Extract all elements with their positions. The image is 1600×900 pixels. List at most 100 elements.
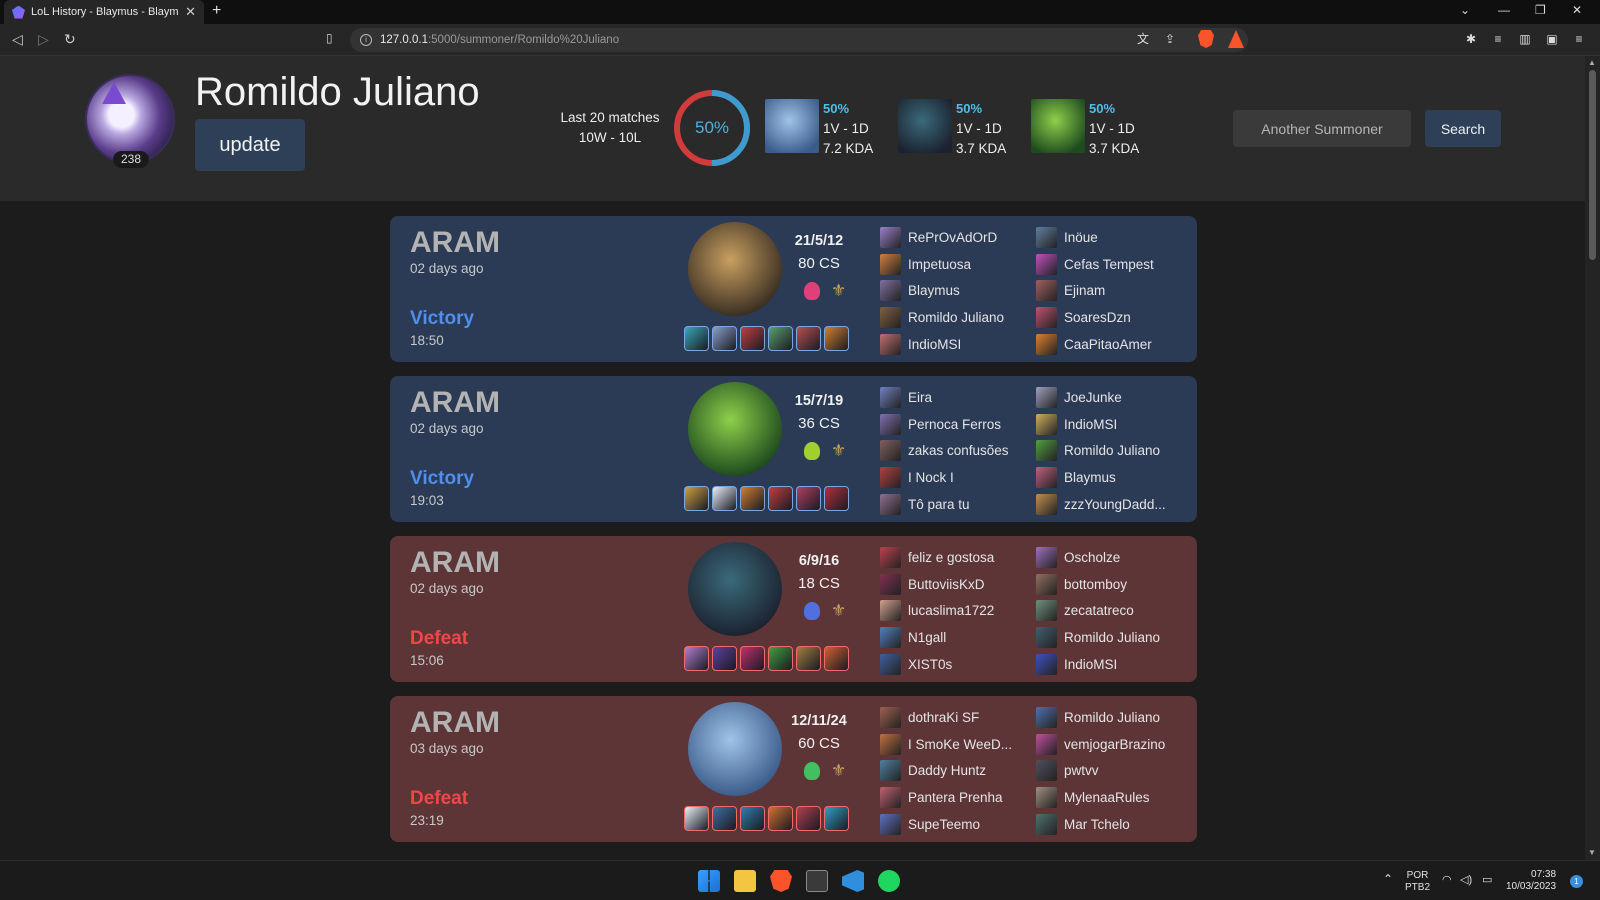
close-window-icon[interactable]: ✕ (1572, 3, 1582, 17)
player-row[interactable]: SoaresDzn (1036, 304, 1154, 331)
player-name[interactable]: Blaymus (908, 283, 960, 298)
player-row[interactable]: lucaslima1722 (880, 597, 994, 624)
player-row[interactable]: Inöue (1036, 224, 1154, 251)
file-explorer-icon[interactable] (734, 870, 756, 892)
player-name[interactable]: CaaPitaoAmer (1064, 337, 1152, 352)
vscode-icon[interactable] (842, 870, 864, 892)
player-row[interactable]: vemjogarBrazino (1036, 731, 1165, 758)
restore-icon[interactable]: ❐ (1535, 3, 1546, 17)
player-row[interactable]: N1gall (880, 624, 994, 651)
player-name[interactable]: SoaresDzn (1064, 310, 1131, 325)
player-row[interactable]: dothraKi SF (880, 704, 1012, 731)
summoner-search-input[interactable] (1233, 110, 1411, 147)
player-name[interactable]: Romildo Juliano (908, 310, 1004, 325)
player-row[interactable]: I SmoKe WeeD... (880, 731, 1012, 758)
player-name[interactable]: dothraKi SF (908, 710, 979, 725)
player-name[interactable]: Pantera Prenha (908, 790, 1003, 805)
player-row[interactable]: zzzYoungDadd... (1036, 491, 1166, 518)
player-row[interactable]: I Nock I (880, 464, 1009, 491)
player-name[interactable]: Cefas Tempest (1064, 257, 1154, 272)
player-name[interactable]: lucaslima1722 (908, 603, 994, 618)
player-row[interactable]: Pernoca Ferros (880, 411, 1009, 438)
player-name[interactable]: feliz e gostosa (908, 550, 994, 565)
player-row[interactable]: zakas confusões (880, 437, 1009, 464)
browser-tab[interactable]: LoL History - Blaymus - Blaymus ✕ (4, 0, 204, 24)
player-name[interactable]: Mar Tchelo (1064, 817, 1130, 832)
match-card[interactable]: ARAM 02 days ago Victory 18:50 21/5/12 80 CS ⚜… (390, 216, 1197, 362)
player-row[interactable]: JoeJunke (1036, 384, 1166, 411)
player-row[interactable]: pwtvv (1036, 757, 1165, 784)
player-row[interactable]: feliz e gostosa (880, 544, 994, 571)
player-name[interactable]: I SmoKe WeeD... (908, 737, 1012, 752)
player-name[interactable]: IndioMSI (1064, 417, 1117, 432)
player-name[interactable]: Romildo Juliano (1064, 710, 1160, 725)
player-row[interactable]: IndioMSI (1036, 651, 1160, 678)
scroll-up-icon[interactable]: ▲ (1588, 58, 1596, 67)
brave-browser-icon[interactable] (770, 870, 792, 892)
player-row[interactable]: Blaymus (1036, 464, 1166, 491)
player-name[interactable]: Eira (908, 390, 932, 405)
tray-overflow-icon[interactable]: ⌃ (1383, 873, 1393, 885)
wifi-icon[interactable]: ◠ (1442, 874, 1452, 886)
player-name[interactable]: Ejinam (1064, 283, 1105, 298)
player-row[interactable]: IndioMSI (1036, 411, 1166, 438)
player-name[interactable]: Daddy Huntz (908, 763, 986, 778)
match-card[interactable]: ARAM 02 days ago Defeat 15:06 6/9/16 18 CS ⚜ fe… (390, 536, 1197, 682)
back-icon[interactable]: ◁ (12, 31, 23, 48)
player-row[interactable]: ButtoviisKxD (880, 571, 994, 598)
player-row[interactable]: Romildo Juliano (880, 304, 1004, 331)
wallet-icon[interactable]: ▣ (1545, 32, 1559, 46)
brave-shields-icon[interactable] (1198, 30, 1214, 48)
player-name[interactable]: Oscholze (1064, 550, 1120, 565)
player-name[interactable]: Romildo Juliano (1064, 443, 1160, 458)
new-tab-icon[interactable]: + (212, 2, 221, 20)
sidebar-icon[interactable]: ▥ (1518, 32, 1532, 46)
player-row[interactable]: Tô para tu (880, 491, 1009, 518)
keyboard-language[interactable]: POR PTB2 (1405, 870, 1430, 894)
player-row[interactable]: Romildo Juliano (1036, 704, 1165, 731)
player-name[interactable]: IndioMSI (1064, 657, 1117, 672)
menu-icon[interactable]: ≡ (1572, 32, 1586, 46)
site-info-icon[interactable]: i (360, 34, 372, 46)
player-row[interactable]: IndioMSI (880, 331, 1004, 358)
translate-icon[interactable]: 文 (1136, 32, 1150, 46)
player-row[interactable]: Oscholze (1036, 544, 1160, 571)
extensions-icon[interactable]: ✱ (1464, 32, 1478, 46)
scroll-down-icon[interactable]: ▼ (1588, 848, 1596, 857)
player-name[interactable]: zecatatreco (1064, 603, 1134, 618)
player-name[interactable]: JoeJunke (1064, 390, 1122, 405)
share-icon[interactable]: ⇪ (1163, 32, 1177, 46)
player-row[interactable]: CaaPitaoAmer (1036, 331, 1154, 358)
player-name[interactable]: Blaymus (1064, 470, 1116, 485)
system-clock[interactable]: 07:38 10/03/2023 (1506, 869, 1556, 893)
battery-icon[interactable]: ▭ (1482, 874, 1492, 886)
match-card[interactable]: ARAM 03 days ago Defeat 23:19 12/11/24 60 CS ⚜… (390, 696, 1197, 842)
player-name[interactable]: Romildo Juliano (1064, 630, 1160, 645)
tab-search-icon[interactable]: ⌄ (1460, 3, 1470, 17)
player-row[interactable]: SupeTeemo (880, 811, 1012, 838)
player-name[interactable]: MylenaaRules (1064, 790, 1150, 805)
player-name[interactable]: bottomboy (1064, 577, 1127, 592)
player-name[interactable]: ButtoviisKxD (908, 577, 985, 592)
player-row[interactable]: Impetuosa (880, 251, 1004, 278)
player-name[interactable]: zzzYoungDadd... (1064, 497, 1166, 512)
player-row[interactable]: Romildo Juliano (1036, 437, 1166, 464)
update-button[interactable]: update (195, 119, 305, 171)
player-name[interactable]: N1gall (908, 630, 946, 645)
player-row[interactable]: XIST0s (880, 651, 994, 678)
player-row[interactable]: Cefas Tempest (1036, 251, 1154, 278)
scrollbar-thumb[interactable] (1589, 70, 1596, 260)
terminal-icon[interactable] (806, 870, 828, 892)
search-button[interactable]: Search (1425, 110, 1501, 147)
notification-badge[interactable]: 1 (1570, 875, 1583, 888)
player-row[interactable]: Eira (880, 384, 1009, 411)
player-row[interactable]: Daddy Huntz (880, 757, 1012, 784)
player-name[interactable]: I Nock I (908, 470, 954, 485)
player-row[interactable]: Ejinam (1036, 277, 1154, 304)
player-row[interactable]: Romildo Juliano (1036, 624, 1160, 651)
playlist-icon[interactable]: ≡ (1491, 32, 1505, 46)
match-card[interactable]: ARAM 02 days ago Victory 19:03 15/7/19 36 CS ⚜… (390, 376, 1197, 522)
volume-icon[interactable]: ◁) (1460, 874, 1472, 886)
player-row[interactable]: bottomboy (1036, 571, 1160, 598)
player-name[interactable]: Pernoca Ferros (908, 417, 1001, 432)
